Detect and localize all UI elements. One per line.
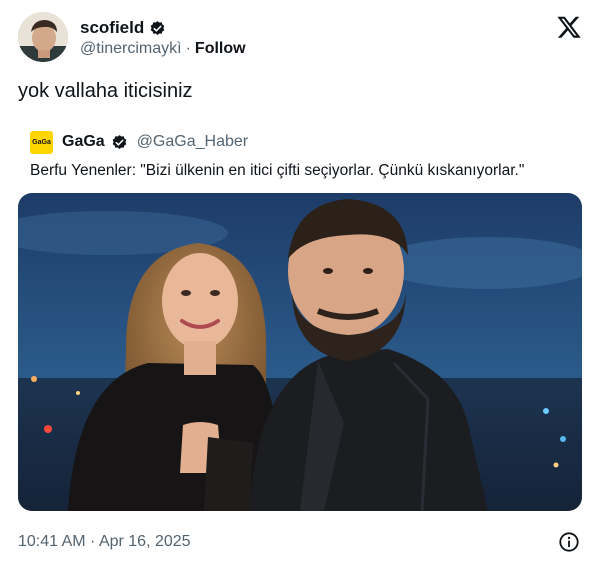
quoted-author-avatar[interactable]: GaGa [30,130,53,154]
author-info: scofield @tinercimaykì · Follow [80,17,246,58]
info-icon[interactable] [558,531,580,553]
author-handle[interactable]: @tinercimaykì [80,40,182,58]
quoted-tweet-photo[interactable] [18,193,582,511]
author-avatar[interactable] [18,12,68,62]
quoted-tweet[interactable]: GaGa GaGa @GaGa_Haber Berfu Yenenler: "B… [18,122,582,512]
quoted-author-display-name[interactable]: GaGa [62,133,105,151]
quoted-author-handle[interactable]: @GaGa_Haber [137,133,248,151]
verified-badge-icon [111,134,128,151]
quoted-avatar-logo-text: GaGa [32,138,51,146]
tweet-timestamp[interactable]: 10:41 AM · Apr 16, 2025 [18,533,191,550]
quoted-tweet-text: Berfu Yenenler: "Bizi ülkenin en itici ç… [30,162,525,179]
separator-dot: · [185,40,191,57]
author-display-name[interactable]: scofield [80,18,144,38]
quoted-tweet-header: GaGa GaGa @GaGa_Haber [30,130,248,154]
tweet-header: scofield @tinercimaykì · Follow [18,12,582,64]
follow-button[interactable]: Follow [195,40,246,58]
tweet-text: yok vallaha iticisiniz [18,80,193,102]
tweet-footer: 10:41 AM · Apr 16, 2025 [18,531,582,555]
verified-badge-icon [149,20,166,37]
x-logo-icon[interactable] [556,14,582,40]
